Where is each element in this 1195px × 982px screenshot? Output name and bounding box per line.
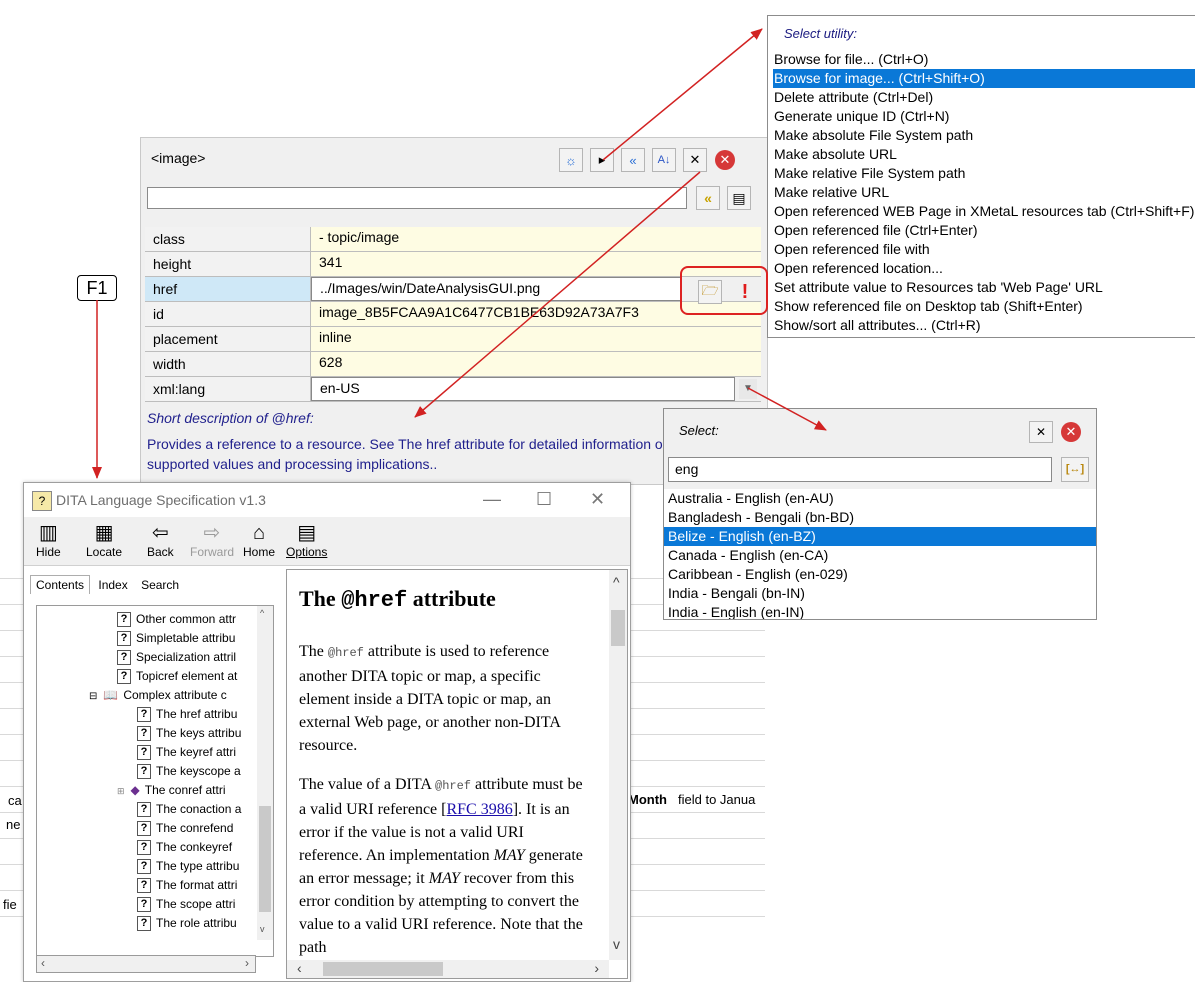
arrow: [747, 387, 827, 431]
arrow: [414, 171, 701, 418]
annotation-arrows: [92, 28, 827, 479]
arrow: [602, 28, 763, 161]
